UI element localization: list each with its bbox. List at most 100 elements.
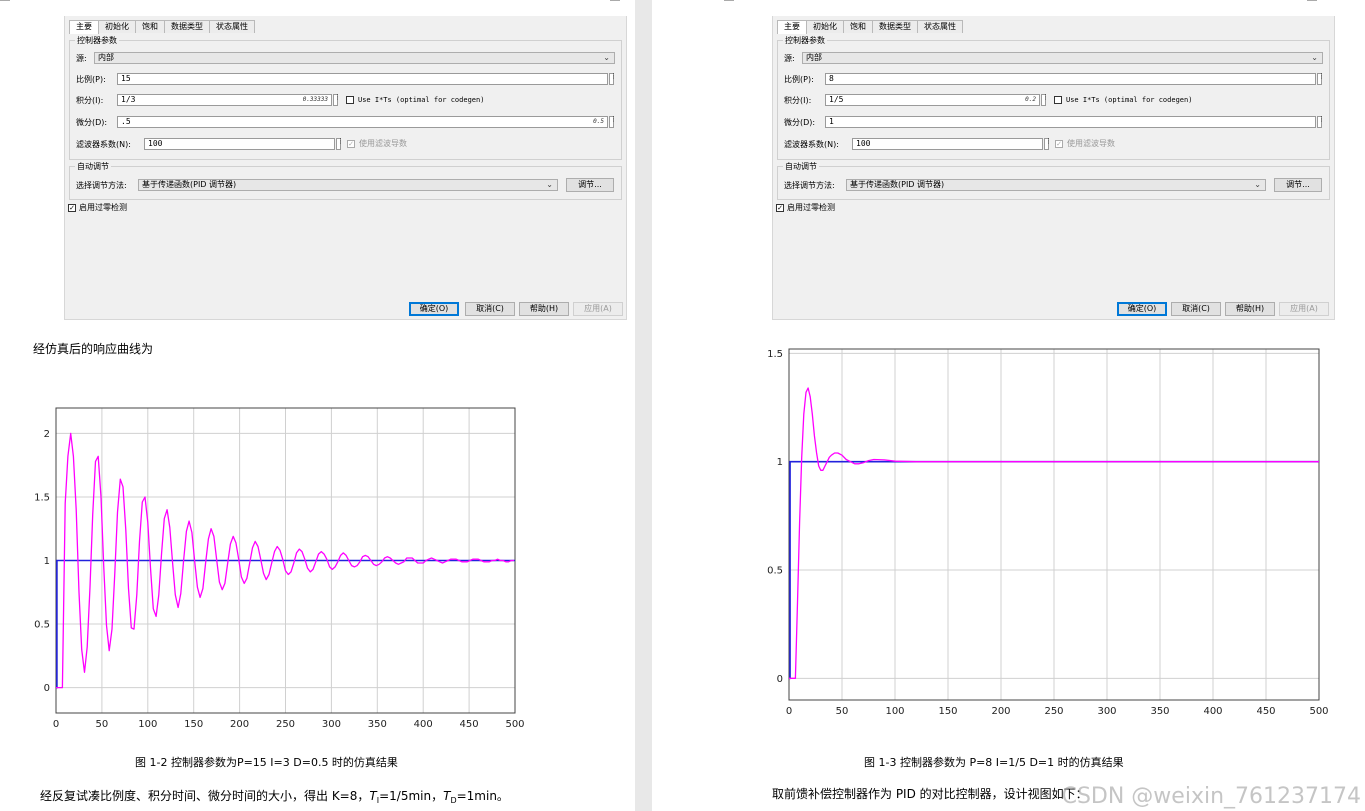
y-tick-label: 0.5 (34, 620, 50, 631)
chevron-down-icon: ⌄ (546, 180, 553, 189)
tuning-method-value: 基于传递函数(PID 调节器) (142, 180, 237, 189)
x-tick-label: 250 (1044, 706, 1063, 717)
integral-options-icon[interactable]: ⋮ (333, 94, 341, 106)
controller-parameters-group: 控制器参数 源: 内部 ⌄ 比例(P): 15 ⋮ 积分(I): 1/3 0.3… (69, 35, 622, 160)
proportional-value: 15 (121, 74, 131, 83)
source-label: 源: (784, 54, 795, 63)
ti-value: =1/5min， (379, 789, 444, 803)
proportional-input[interactable]: 15 (117, 73, 608, 85)
proportional-value: 8 (829, 74, 834, 83)
y-tick-label: 1 (44, 556, 50, 567)
integral-options-icon[interactable]: ⋮ (1041, 94, 1049, 106)
filter-coefficient-input[interactable]: 100 (144, 138, 335, 150)
filter-coefficient-options-icon[interactable]: ⋮ (1044, 138, 1052, 150)
source-label: 源: (76, 54, 87, 63)
chevron-down-icon: ⌄ (603, 53, 610, 62)
tab-initialization[interactable]: 初始化 (806, 20, 844, 33)
y-tick-label: 1.5 (767, 349, 783, 360)
use-its-label: Use I*Ts (optimal for codegen) (1066, 96, 1193, 104)
use-its-checkbox[interactable] (1054, 96, 1062, 104)
chevron-down-icon: ⌄ (1311, 53, 1318, 62)
tune-button[interactable]: 调节... (566, 178, 614, 192)
zero-crossing-checkbox[interactable]: ✓ (68, 204, 76, 212)
tab-state-attributes[interactable]: 状态属性 (917, 20, 963, 33)
csdn-watermark: CSDN @weixin_761237174 (1061, 784, 1361, 809)
proportional-options-icon[interactable]: ⋮ (609, 73, 617, 85)
derivative-options-icon[interactable]: ⋮ (609, 116, 617, 128)
derivative-options-icon[interactable]: ⋮ (1317, 116, 1325, 128)
cancel-button[interactable]: 取消(C) (1171, 302, 1221, 316)
x-tick-label: 200 (991, 706, 1010, 717)
x-tick-label: 300 (322, 719, 341, 730)
x-tick-label: 0 (786, 706, 792, 717)
derivative-value: 1 (829, 117, 834, 126)
source-select[interactable]: 内部 ⌄ (802, 52, 1323, 64)
help-button[interactable]: 帮助(H) (519, 302, 569, 316)
auto-tuning-title: 自动调节 (75, 161, 111, 172)
derivative-input[interactable]: .5 0.5 (117, 116, 608, 128)
cancel-button[interactable]: 取消(C) (465, 302, 515, 316)
tab-data-types[interactable]: 数据类型 (872, 20, 918, 33)
derivative-evaluated-hint: 0.5 (593, 118, 604, 125)
tuning-method-select[interactable]: 基于传递函数(PID 调节器) ⌄ (846, 179, 1266, 191)
derivative-input[interactable]: 1 (825, 116, 1316, 128)
controller-parameters-title: 控制器参数 (75, 35, 119, 46)
pid-parameters-dialog: 主要 初始化 饱和 数据类型 状态属性 控制器参数 源: 内部 ⌄ 比例(P):… (64, 16, 627, 320)
source-select-value: 内部 (806, 53, 822, 62)
proportional-input[interactable]: 8 (825, 73, 1316, 85)
x-tick-label: 50 (836, 706, 849, 717)
integral-evaluated-hint: 0.33333 (302, 96, 328, 103)
ok-button[interactable]: 确定(O) (409, 302, 459, 316)
x-tick-label: 450 (1256, 706, 1275, 717)
help-button[interactable]: 帮助(H) (1225, 302, 1275, 316)
tab-main[interactable]: 主要 (777, 20, 807, 34)
tab-saturation[interactable]: 饱和 (135, 20, 165, 33)
tuning-method-select[interactable]: 基于传递函数(PID 调节器) ⌄ (138, 179, 558, 191)
figure-caption-1-3: 图 1-3 控制器参数为 P=8 I=1/5 D=1 时的仿真结果 (864, 756, 1124, 769)
response-chart-kp8: 0 50 100 150 200 250 300 350 400 450 500 0 0.5 1 1.5 (767, 348, 1329, 717)
y-tick-label: 0.5 (767, 566, 783, 577)
derivative-value: .5 (121, 117, 131, 126)
filter-coefficient-value: 100 (856, 139, 871, 148)
integral-value: 1/3 (121, 95, 136, 104)
apply-button[interactable]: 应用(A) (1279, 302, 1329, 316)
chevron-down-icon: ⌄ (1254, 180, 1261, 189)
tab-data-types[interactable]: 数据类型 (164, 20, 210, 33)
tab-state-attributes[interactable]: 状态属性 (209, 20, 255, 33)
x-tick-label: 50 (96, 719, 109, 730)
ok-button[interactable]: 确定(O) (1117, 302, 1167, 316)
conclusion-text: 经反复试凑比例度、积分时间、微分时间的大小，得出 K=8，TI=1/5min，T… (40, 788, 509, 809)
comparison-text: 取前馈补偿控制器作为 PID 的对比控制器，设计视图如下： (772, 787, 1088, 801)
use-its-checkbox[interactable] (346, 96, 354, 104)
proportional-options-icon[interactable]: ⋮ (1317, 73, 1325, 85)
crop-mark (724, 0, 734, 7)
filter-coefficient-label: 滤波器系数(N): (784, 140, 839, 149)
tab-saturation[interactable]: 饱和 (843, 20, 873, 33)
tuning-method-label: 选择调节方法: (784, 181, 835, 190)
x-tick-label: 400 (414, 719, 433, 730)
y-tick-label: 1.5 (34, 492, 50, 503)
source-select[interactable]: 内部 ⌄ (94, 52, 615, 64)
x-tick-label: 150 (938, 706, 957, 717)
filter-coefficient-options-icon[interactable]: ⋮ (336, 138, 344, 150)
proportional-label: 比例(P): (76, 75, 106, 84)
x-tick-label: 100 (885, 706, 904, 717)
source-select-value: 内部 (98, 53, 114, 62)
integral-evaluated-hint: 0.2 (1025, 96, 1036, 103)
zero-crossing-checkbox[interactable]: ✓ (776, 204, 784, 212)
x-tick-label: 350 (368, 719, 387, 730)
ti-symbol: T (369, 789, 377, 803)
tab-main[interactable]: 主要 (69, 20, 99, 34)
apply-button[interactable]: 应用(A) (573, 302, 623, 316)
crop-mark (1307, 0, 1317, 7)
tune-button[interactable]: 调节... (1274, 178, 1322, 192)
filter-coefficient-input[interactable]: 100 (852, 138, 1043, 150)
integral-label: 积分(I): (76, 96, 104, 105)
filtered-derivative-checkbox[interactable]: ✓ (1055, 140, 1063, 148)
integral-input[interactable]: 1/5 0.2 (825, 94, 1040, 106)
tab-initialization[interactable]: 初始化 (98, 20, 136, 33)
controller-parameters-title: 控制器参数 (783, 35, 827, 46)
filtered-derivative-checkbox[interactable]: ✓ (347, 140, 355, 148)
integral-input[interactable]: 1/3 0.33333 (117, 94, 332, 106)
dialog-tab-bar: 主要 初始化 饱和 数据类型 状态属性 (777, 20, 963, 34)
